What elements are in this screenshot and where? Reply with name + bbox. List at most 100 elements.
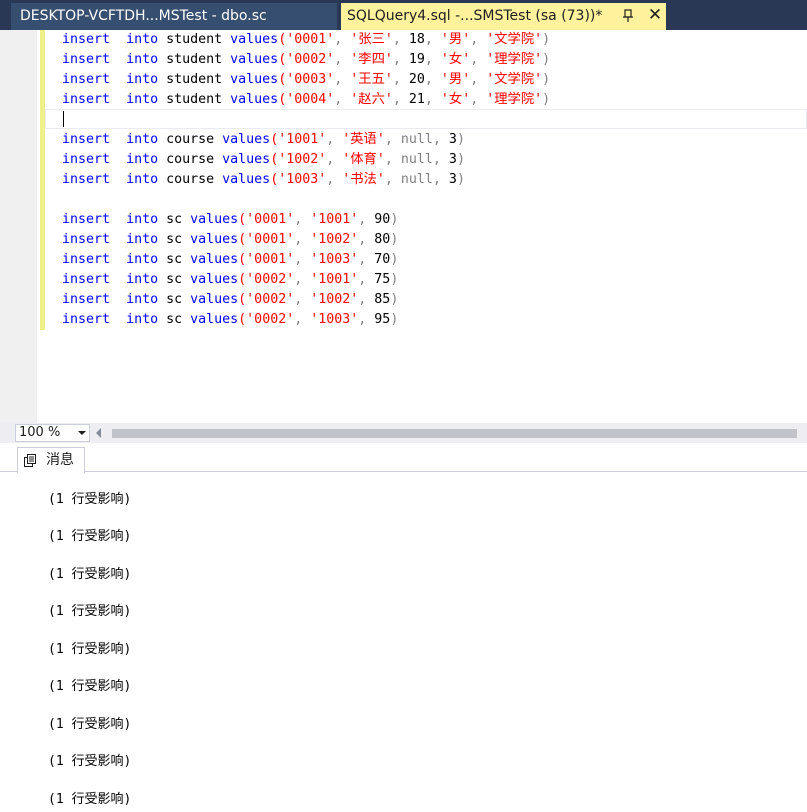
code-token: insert <box>62 152 111 167</box>
text-caret <box>63 111 64 127</box>
tab-messages[interactable]: 消息 <box>17 447 85 473</box>
code-area[interactable]: insert into student values('0001', '张三',… <box>62 30 807 423</box>
code-line[interactable]: insert into sc values('0002', '1001', 75… <box>62 270 398 290</box>
code-line[interactable]: insert into sc values('0001', '1002', 80… <box>62 230 398 250</box>
code-token: '1001' <box>310 212 359 227</box>
code-line[interactable]: insert into student values('0002', '李四',… <box>62 50 550 70</box>
code-token: insert <box>62 292 111 307</box>
scroll-left-icon[interactable] <box>96 428 101 438</box>
message-line: (1 行受影响) <box>48 717 132 732</box>
chevron-down-icon[interactable] <box>78 431 86 435</box>
code-token: 70 <box>374 252 391 267</box>
code-token: ) <box>390 312 399 327</box>
tab-messages-label: 消息 <box>46 452 74 468</box>
code-token: values <box>230 52 279 67</box>
tab-dbo-sc[interactable]: DESKTOP-VCFTDH...MSTest - dbo.sc <box>11 3 337 30</box>
close-tab-icon[interactable]: ✕ <box>645 5 665 25</box>
code-token: insert <box>62 272 111 287</box>
message-line: (1 行受影响) <box>48 792 132 807</box>
tab-sqlquery4[interactable]: SQLQuery4.sql -...SMSTest (sa (73))* <box>341 3 666 30</box>
code-token: 20 <box>408 72 425 87</box>
horizontal-scrollbar-thumb[interactable] <box>112 429 797 438</box>
code-token: , <box>334 92 351 107</box>
zoom-dropdown[interactable]: 100 % <box>15 424 90 442</box>
code-line[interactable]: insert into sc values('0001', '1003', 70… <box>62 250 398 270</box>
code-token: , <box>334 72 351 87</box>
code-token: , <box>424 72 441 87</box>
code-token: ('0001' <box>238 252 295 267</box>
code-token: into <box>126 312 159 327</box>
code-line[interactable]: insert into sc values('0002', '1003', 95… <box>62 310 398 330</box>
code-line[interactable]: insert into student values('0001', '张三',… <box>62 30 550 50</box>
code-token: into <box>126 152 159 167</box>
code-token: ) <box>390 272 399 287</box>
code-token: sc <box>158 252 191 267</box>
code-token: , <box>424 92 441 107</box>
code-token: '1003' <box>310 312 359 327</box>
code-token: ('0002' <box>238 312 295 327</box>
code-token: sc <box>158 212 191 227</box>
code-line[interactable]: insert into sc values('0001', '1001', 90… <box>62 210 398 230</box>
code-token: ) <box>390 232 399 247</box>
code-token: student <box>158 52 231 67</box>
code-line[interactable]: insert into sc values('0002', '1002', 85… <box>62 290 398 310</box>
code-token: '书法' <box>342 172 385 187</box>
code-token: insert <box>62 52 111 67</box>
code-token: , <box>358 252 375 267</box>
code-token: ) <box>390 252 399 267</box>
code-token: 3 <box>448 172 457 187</box>
code-token: sc <box>158 272 191 287</box>
code-line[interactable]: insert into student values('0003', '王五',… <box>62 70 550 90</box>
code-token: into <box>126 292 159 307</box>
code-token: into <box>126 172 159 187</box>
code-token: ('1003' <box>270 172 327 187</box>
code-token: insert <box>62 132 111 147</box>
code-token: , <box>470 52 487 67</box>
code-token: ) <box>456 152 465 167</box>
code-token: sc <box>158 232 191 247</box>
code-token: 90 <box>374 212 391 227</box>
code-token: insert <box>62 232 111 247</box>
document-tab-strip: DESKTOP-VCFTDH...MSTest - dbo.sc SQLQuer… <box>0 0 807 30</box>
code-token: 85 <box>374 292 391 307</box>
message-line: (1 行受影响) <box>48 529 132 544</box>
code-token: ) <box>542 52 551 67</box>
code-token: values <box>190 292 239 307</box>
code-token: into <box>126 32 159 47</box>
code-token: '女' <box>440 52 471 67</box>
editor-gutter <box>0 30 14 423</box>
code-line[interactable]: insert into course values('1001', '英语', … <box>62 130 465 150</box>
code-token: , <box>334 32 351 47</box>
code-token: values <box>190 312 239 327</box>
code-token: values <box>190 232 239 247</box>
code-token: ) <box>542 72 551 87</box>
code-token: , <box>424 32 441 47</box>
pin-icon[interactable] <box>622 9 634 23</box>
code-token: , <box>358 212 375 227</box>
code-token: , <box>470 32 487 47</box>
code-token: course <box>158 152 223 167</box>
code-token: , <box>334 52 351 67</box>
code-token: ('1001' <box>270 132 327 147</box>
code-token: , <box>424 52 441 67</box>
code-line[interactable]: insert into course values('1002', '体育', … <box>62 150 465 170</box>
code-token: , <box>358 272 375 287</box>
code-token: '英语' <box>342 132 385 147</box>
code-token: '王五' <box>350 72 393 87</box>
code-token: '1002' <box>310 232 359 247</box>
code-line[interactable]: insert into course values('1003', '书法', … <box>62 170 465 190</box>
code-token: insert <box>62 92 111 107</box>
code-token: ) <box>542 92 551 107</box>
code-token: into <box>126 252 159 267</box>
code-token: values <box>230 72 279 87</box>
query-editor[interactable]: insert into student values('0001', '张三',… <box>0 30 807 423</box>
code-token: student <box>158 92 231 107</box>
code-line[interactable]: insert into student values('0004', '赵六',… <box>62 90 550 110</box>
code-token: , <box>358 292 375 307</box>
code-token: '男' <box>440 32 471 47</box>
